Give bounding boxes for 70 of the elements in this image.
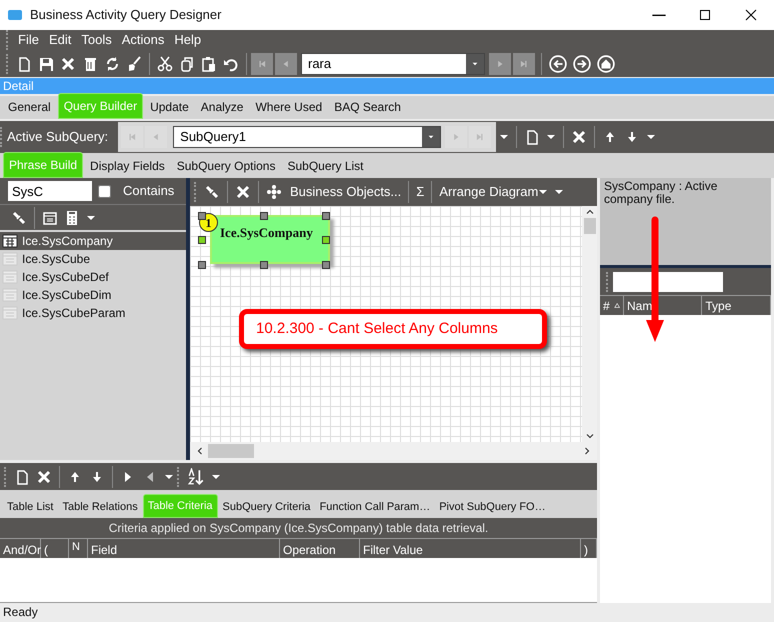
checkbox-label: Contains <box>123 182 174 200</box>
caret-icon <box>428 134 434 140</box>
window-title: Business Activity Query Designer <box>30 6 222 24</box>
subtab[interactable]: SubQuery List <box>282 154 369 178</box>
menu-item[interactable]: Help <box>169 30 206 50</box>
search-field[interactable] <box>613 272 723 292</box>
column-header[interactable]: # <box>600 296 624 315</box>
status-text: Ready <box>2 604 39 621</box>
tab[interactable]: General <box>3 95 56 119</box>
share-icon <box>266 184 282 200</box>
tab[interactable]: Pivot SubQuery FO… <box>435 496 550 518</box>
table-description: SysCompany : Active company file. <box>600 178 771 268</box>
column-header[interactable]: Type <box>702 296 771 315</box>
table-list-item[interactable]: Ice.SysCubeDim <box>0 286 186 304</box>
business-objects-button[interactable]: Business Objects... <box>263 180 404 204</box>
resize-handle[interactable] <box>322 212 330 220</box>
next-record-button[interactable] <box>489 52 511 74</box>
tab[interactable]: Where Used <box>250 95 328 119</box>
menu-item[interactable]: File <box>13 30 44 50</box>
record-combo[interactable]: rara <box>301 52 485 74</box>
subquery-label: Active SubQuery: <box>7 128 108 146</box>
app-icon <box>8 10 22 20</box>
resize-handle[interactable] <box>322 236 330 244</box>
arrange-diagram-button[interactable]: Arrange Diagram <box>436 180 552 204</box>
tab[interactable]: Table List <box>3 496 58 518</box>
sum-button[interactable]: Σ <box>413 180 428 204</box>
tab[interactable]: Function Call Param… <box>316 496 434 518</box>
first-record-button[interactable] <box>251 52 273 74</box>
table-list-item[interactable]: Ice.SysCubeDef <box>0 268 186 286</box>
minimize-icon <box>651 14 667 16</box>
record-value: rara <box>307 54 332 73</box>
column-header[interactable]: Nam <box>624 296 702 315</box>
close-icon <box>743 7 759 23</box>
last-record-button[interactable] <box>513 52 535 74</box>
scrollbar-thumb[interactable] <box>584 218 596 234</box>
resize-handle[interactable] <box>198 212 206 220</box>
tab[interactable]: Update <box>145 95 194 119</box>
tab[interactable]: Analyze <box>196 95 248 119</box>
resize-handle[interactable] <box>322 261 330 269</box>
subquery-combo[interactable]: SubQuery1 <box>173 126 442 148</box>
menu-item[interactable]: Tools <box>76 30 117 50</box>
maximize-icon <box>697 7 713 23</box>
table-list-item[interactable]: Ice.SysCompany <box>0 232 186 250</box>
menu-item[interactable]: Edit <box>44 30 76 50</box>
resize-handle[interactable] <box>260 261 268 269</box>
previous-record-button[interactable] <box>275 52 297 74</box>
table-list-item[interactable]: Ice.SysCubeParam <box>0 304 186 322</box>
caret-icon <box>472 60 478 66</box>
caret-icon <box>538 189 548 195</box>
resize-handle[interactable] <box>198 236 206 244</box>
resize-handle[interactable] <box>198 261 206 269</box>
contains-checkbox[interactable] <box>98 184 111 198</box>
scrollbar-thumb[interactable] <box>208 444 254 458</box>
subtab[interactable]: Display Fields <box>85 154 170 178</box>
menu-item[interactable]: Actions <box>116 30 170 50</box>
annotation-callout: 10.2.300 - Cant Select Any Columns <box>239 309 547 349</box>
resize-handle[interactable] <box>260 212 268 220</box>
search-field[interactable]: SysC <box>8 181 92 201</box>
tab[interactable]: SubQuery Criteria <box>218 496 315 518</box>
subquery-value: SubQuery1 <box>179 128 247 146</box>
criteria-caption: Criteria applied on SysCompany (Ice.SysCompany) table data retrieval. <box>0 518 597 538</box>
tab[interactable]: Table Relations <box>58 496 142 518</box>
table-icon <box>2 233 18 249</box>
table-node[interactable]: Ice.SysCompany <box>210 215 330 264</box>
panel-header: Detail <box>0 78 774 94</box>
sort-icon <box>614 301 620 310</box>
dropdown-button[interactable] <box>466 54 484 74</box>
table-list-item[interactable]: Ice.SysCube <box>0 250 186 268</box>
tab[interactable]: BAQ Search <box>329 95 406 119</box>
subtab[interactable]: SubQuery Options <box>172 154 280 178</box>
